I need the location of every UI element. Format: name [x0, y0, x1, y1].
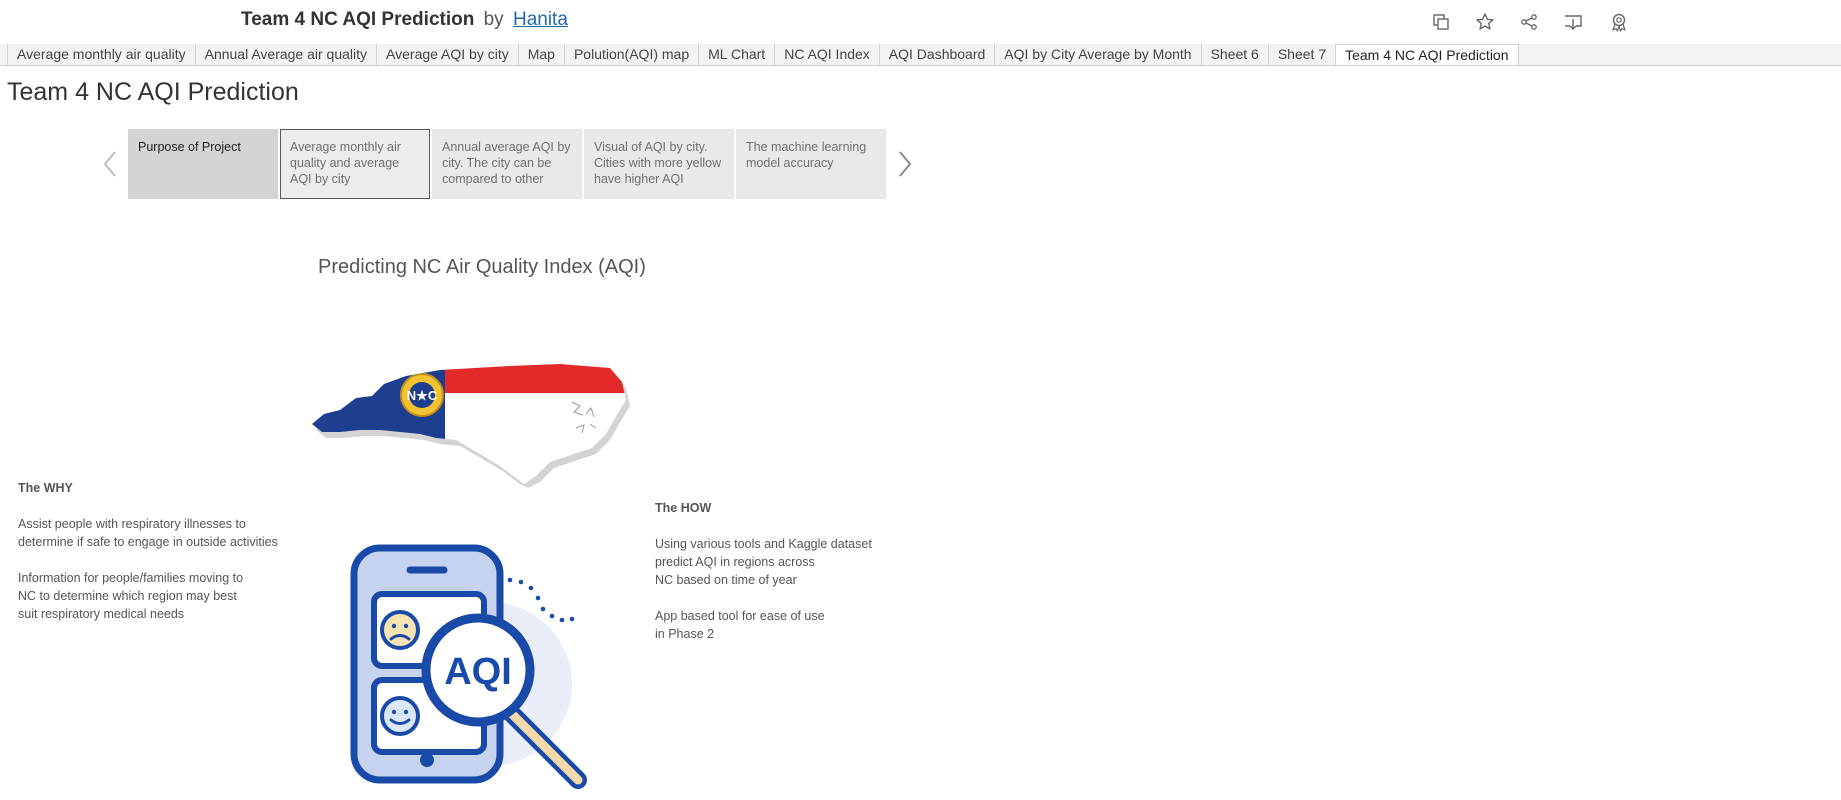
tab-sheet-6[interactable]: Sheet 6	[1202, 44, 1269, 65]
why-line: NC to determine which region may best	[18, 589, 237, 603]
story-point-annual-aqi[interactable]: Annual average AQI by city. The city can…	[432, 129, 582, 199]
viz-title: Team 4 NC AQI Prediction by Hanita	[241, 9, 568, 31]
dashboard-title: Predicting NC Air Quality Index (AQI)	[318, 256, 646, 278]
next-point-arrow-icon[interactable]	[893, 142, 917, 186]
why-line: determine if safe to engage in outside a…	[18, 535, 278, 549]
tab-aqi-by-city-average-by-month[interactable]: AQI by City Average by Month	[995, 44, 1202, 65]
tab-aqi-dashboard[interactable]: AQI Dashboard	[880, 44, 996, 65]
viz-title-by: by	[483, 9, 504, 30]
badge-icon[interactable]	[1606, 9, 1632, 35]
previous-point-arrow-icon[interactable]	[98, 142, 122, 186]
tab-ml-chart[interactable]: ML Chart	[699, 44, 776, 65]
nc-flag-map-image: N★C	[312, 364, 630, 488]
how-heading: The HOW	[655, 501, 712, 515]
why-text-block: The WHY Assist people with respiratory i…	[18, 479, 278, 623]
tab-polution-aqi-map[interactable]: Polution(AQI) map	[565, 44, 700, 65]
tab-annual-average-air-quality[interactable]: Annual Average air quality	[196, 44, 378, 65]
favorite-star-icon[interactable]	[1472, 9, 1498, 35]
why-line: suit respiratory medical needs	[18, 607, 185, 621]
aqi-phone-magnifier-illustration: AQI	[350, 544, 587, 789]
tab-sheet-7[interactable]: Sheet 7	[1269, 44, 1337, 65]
story-title: Team 4 NC AQI Prediction	[7, 78, 299, 106]
how-line: NC based on time of year	[655, 573, 797, 587]
story-point-aqi-visual[interactable]: Visual of AQI by city. Cities with more …	[584, 129, 734, 199]
how-line: predict AQI in regions across	[655, 555, 815, 569]
how-line: in Phase 2	[655, 627, 715, 641]
tab-map[interactable]: Map	[519, 44, 565, 65]
author-link[interactable]: Hanita	[513, 9, 568, 30]
how-text-block: The HOW Using various tools and Kaggle d…	[655, 499, 872, 643]
story-navigator: Purpose of Project Average monthly air q…	[128, 129, 886, 199]
share-icon[interactable]	[1516, 9, 1542, 35]
tab-team-4-nc-aqi-prediction[interactable]: Team 4 NC AQI Prediction	[1336, 44, 1519, 66]
story-point-purpose[interactable]: Purpose of Project	[128, 129, 278, 199]
flag-seal-letters: N★C	[407, 388, 438, 403]
story-point-ml-accuracy[interactable]: The machine learning model accuracy	[736, 129, 886, 199]
tab-nc-aqi-index[interactable]: NC AQI Index	[775, 44, 880, 65]
tab-divider	[0, 65, 1841, 66]
how-line: Using various tools and Kaggle dataset	[655, 537, 872, 551]
viz-title-text: Team 4 NC AQI Prediction	[241, 9, 475, 30]
story-point-monthly-air-quality[interactable]: Average monthly air quality and average …	[280, 129, 430, 199]
sheet-tabs: Average monthly air quality Annual Avera…	[7, 44, 1519, 66]
duplicate-icon[interactable]	[1428, 9, 1454, 35]
viz-header: Team 4 NC AQI Prediction by Hanita	[0, 0, 1841, 44]
download-icon[interactable]	[1560, 9, 1586, 35]
tab-average-monthly-air-quality[interactable]: Average monthly air quality	[7, 44, 196, 65]
tab-average-aqi-by-city[interactable]: Average AQI by city	[377, 44, 519, 65]
why-line: Information for people/families moving t…	[18, 571, 244, 585]
illustration-aqi-label: AQI	[444, 651, 512, 693]
how-line: App based tool for ease of use	[655, 609, 825, 623]
why-heading: The WHY	[18, 481, 73, 495]
why-line: Assist people with respiratory illnesses…	[18, 517, 246, 531]
